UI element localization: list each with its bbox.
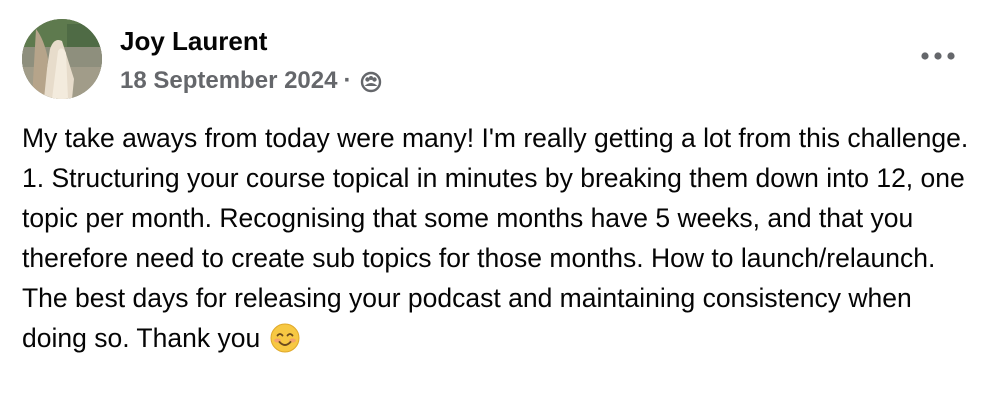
- more-options-icon: [921, 47, 955, 65]
- post-meta: 18 September 2024 ·: [120, 65, 383, 97]
- meta-separator: ·: [343, 67, 352, 94]
- author-avatar[interactable]: [22, 19, 102, 99]
- post-date[interactable]: 18 September 2024: [120, 67, 337, 95]
- more-options-button[interactable]: [918, 42, 958, 70]
- audience-group-icon[interactable]: [359, 69, 383, 93]
- smiling-face-emoji: [270, 323, 300, 353]
- post-card: Joy Laurent 18 September 2024 · My take …: [0, 0, 992, 416]
- post-body: My take aways from today were many! I'm …: [22, 118, 972, 358]
- post-text: My take aways from today were many! I'm …: [22, 123, 969, 353]
- author-name[interactable]: Joy Laurent: [120, 25, 267, 57]
